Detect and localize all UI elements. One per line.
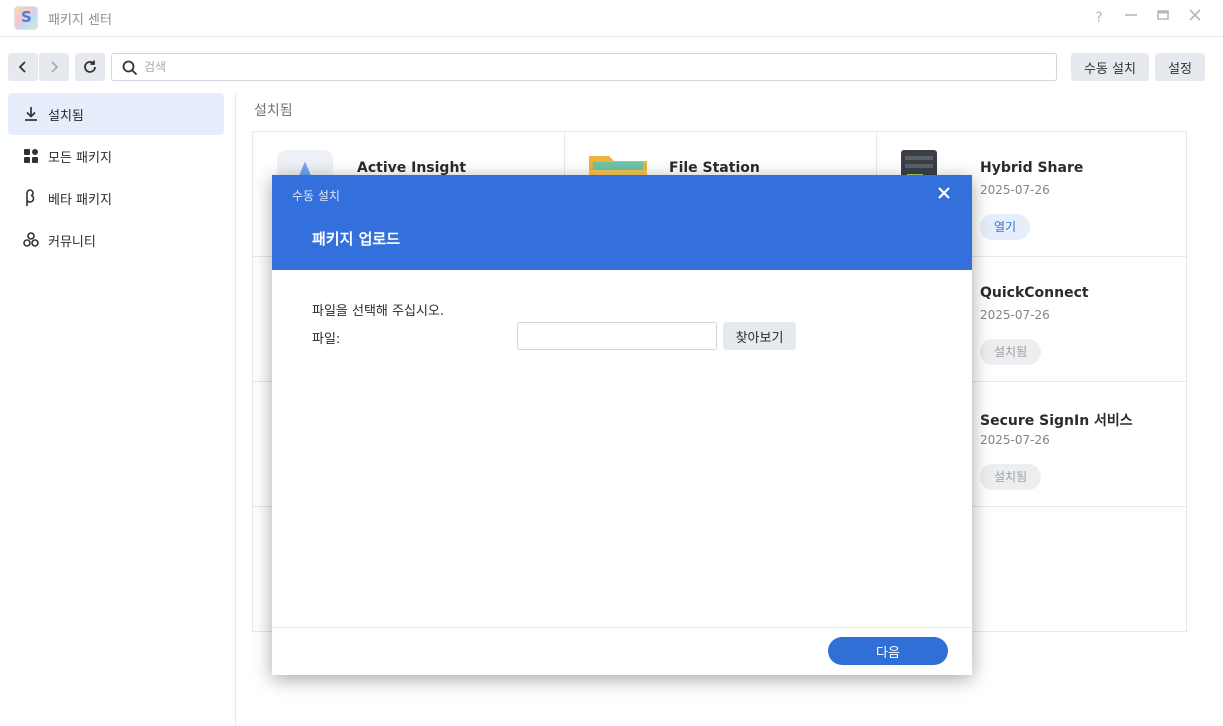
help-icon[interactable]: ? bbox=[1089, 8, 1109, 28]
package-name: Active Insight bbox=[357, 160, 467, 176]
browse-button[interactable]: 찾아보기 bbox=[723, 322, 796, 350]
next-button[interactable]: 다음 bbox=[828, 637, 948, 665]
sidebar-item-label: 커뮤니티 bbox=[48, 235, 96, 250]
maximize-icon[interactable] bbox=[1153, 8, 1173, 28]
search-icon bbox=[122, 60, 138, 76]
file-label: 파일: bbox=[312, 332, 341, 347]
dialog-description: 파일을 선택해 주십시오. bbox=[312, 304, 444, 319]
sidebar-item-label: 모든 패키지 bbox=[48, 151, 112, 166]
search-input[interactable] bbox=[144, 57, 1044, 77]
dialog-footer-divider bbox=[272, 627, 972, 628]
manual-install-dialog: 수동 설치 패키지 업로드 파일을 선택해 주십시오. 파일: 찾아보기 다음 bbox=[272, 175, 972, 675]
sidebar-item-label: 설치됨 bbox=[48, 109, 84, 124]
forward-button[interactable] bbox=[39, 53, 69, 81]
window-title: 패키지 센터 bbox=[48, 13, 112, 28]
grid-icon bbox=[24, 149, 38, 163]
section-title: 설치됨 bbox=[254, 103, 293, 119]
dialog-header: 수동 설치 패키지 업로드 bbox=[272, 175, 972, 270]
search-box[interactable] bbox=[111, 53, 1057, 81]
download-icon bbox=[25, 107, 37, 121]
package-name: Secure SignIn 서비스 bbox=[980, 413, 1133, 429]
package-center-icon: S bbox=[14, 6, 38, 30]
sidebar: 설치됨 모든 패키지 베타 패키지 커뮤니티 bbox=[0, 93, 236, 726]
beta-icon bbox=[26, 189, 35, 206]
minimize-icon[interactable] bbox=[1121, 8, 1141, 28]
refresh-button[interactable] bbox=[75, 53, 105, 81]
package-name: Hybrid Share bbox=[980, 160, 1084, 176]
package-name: File Station bbox=[669, 160, 760, 176]
package-date: 2025-07-26 bbox=[980, 308, 1050, 322]
sidebar-item-all-packages[interactable]: 모든 패키지 bbox=[8, 135, 224, 177]
settings-button[interactable]: 설정 bbox=[1155, 53, 1205, 81]
close-icon[interactable] bbox=[934, 185, 954, 205]
dialog-title: 패키지 업로드 bbox=[312, 230, 401, 248]
installed-button: 설치됨 bbox=[980, 464, 1042, 490]
file-path-field[interactable] bbox=[517, 322, 717, 350]
chevron-right-icon bbox=[51, 61, 59, 73]
community-icon bbox=[23, 232, 39, 247]
manual-install-button[interactable]: 수동 설치 bbox=[1071, 53, 1149, 81]
open-button[interactable]: 열기 bbox=[980, 214, 1031, 240]
package-name: QuickConnect bbox=[980, 285, 1089, 301]
sidebar-item-label: 베타 패키지 bbox=[48, 193, 112, 208]
back-button[interactable] bbox=[8, 53, 38, 81]
close-window-icon[interactable] bbox=[1185, 8, 1205, 28]
sidebar-item-beta[interactable]: 베타 패키지 bbox=[8, 177, 224, 219]
title-bar: S 패키지 센터 ? bbox=[0, 0, 1223, 37]
refresh-icon bbox=[84, 60, 96, 73]
sidebar-item-community[interactable]: 커뮤니티 bbox=[8, 219, 224, 261]
dialog-caption: 수동 설치 bbox=[292, 189, 340, 203]
chevron-left-icon bbox=[18, 61, 26, 73]
package-date: 2025-07-26 bbox=[980, 433, 1050, 447]
installed-button: 설치됨 bbox=[980, 339, 1042, 365]
package-date: 2025-07-26 bbox=[980, 183, 1050, 197]
sidebar-item-installed[interactable]: 설치됨 bbox=[8, 93, 224, 135]
